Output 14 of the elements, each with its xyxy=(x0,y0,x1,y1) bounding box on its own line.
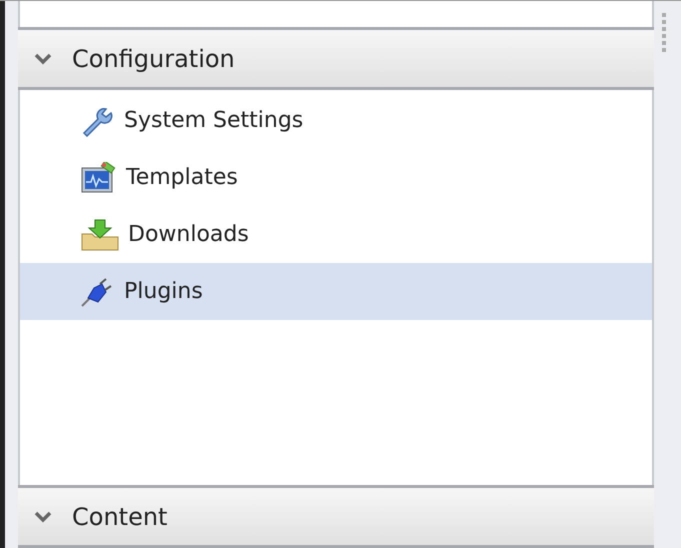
chevron-down-icon xyxy=(34,52,52,66)
item-label: Plugins xyxy=(124,278,203,306)
item-label: Templates xyxy=(126,164,238,192)
item-label: System Settings xyxy=(124,107,304,135)
section-header[interactable]: Configuration xyxy=(18,27,654,90)
item-label: Downloads xyxy=(128,221,249,249)
list-item[interactable]: Plugins xyxy=(20,263,652,320)
chevron-down-icon xyxy=(34,510,52,524)
download-folder-icon xyxy=(80,218,120,252)
section-title: Content xyxy=(72,502,168,532)
chart-icon xyxy=(80,162,118,194)
section-title: Configuration xyxy=(72,44,235,74)
splitter-handle[interactable] xyxy=(657,1,681,548)
section-header[interactable]: Content xyxy=(18,485,654,548)
